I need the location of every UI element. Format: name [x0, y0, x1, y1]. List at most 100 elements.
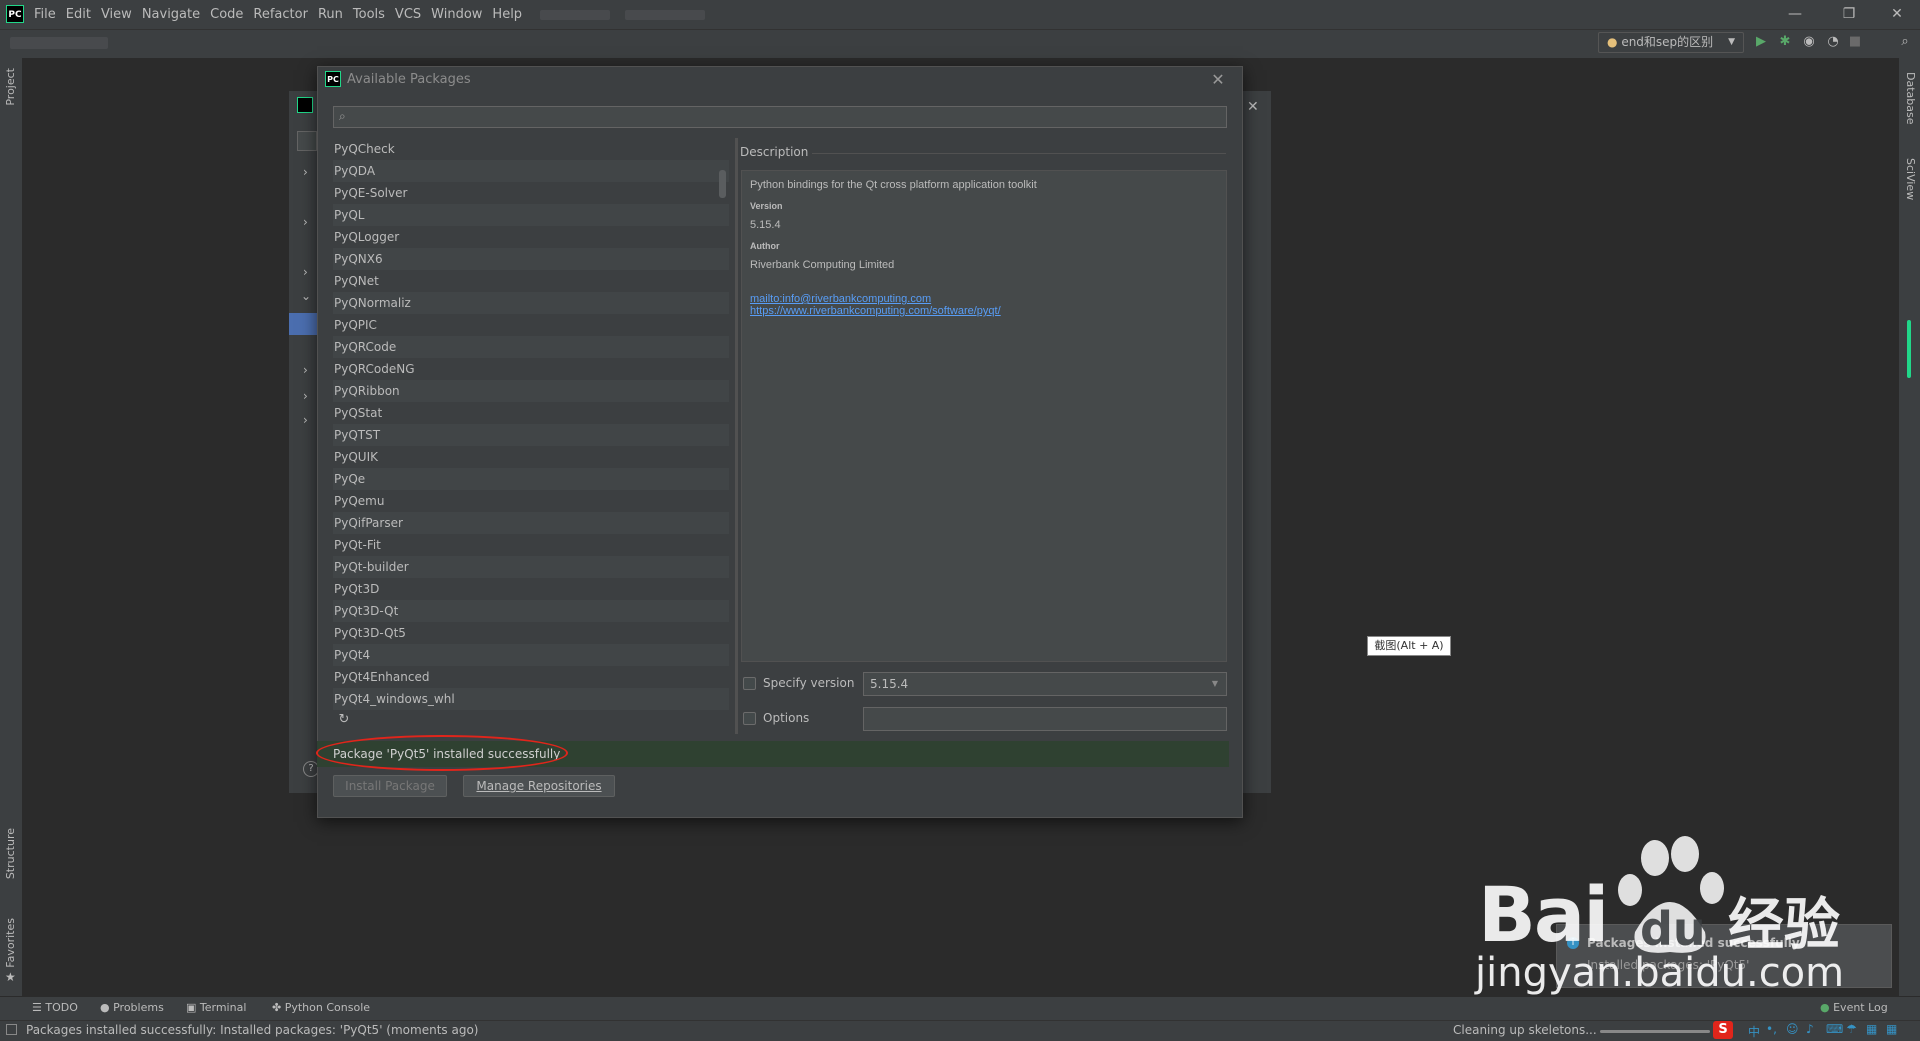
package-list-item[interactable]: PyQemu [333, 490, 729, 512]
package-list-item[interactable]: PyQLogger [333, 226, 729, 248]
package-list-item[interactable]: PyQRCodeNG [333, 358, 729, 380]
menu-navigate[interactable]: Navigate [142, 7, 200, 22]
specify-version-label: Specify version [763, 676, 855, 690]
menu-file[interactable]: File [34, 7, 56, 22]
menu-tools[interactable]: Tools [353, 7, 385, 22]
database-tool-tab[interactable]: Database [1904, 72, 1917, 125]
package-list-item[interactable]: PyQPIC [333, 314, 729, 336]
project-tool-tab[interactable]: Project [4, 68, 17, 106]
package-list-item[interactable]: PyQRCode [333, 336, 729, 358]
selected-settings-item[interactable] [289, 313, 319, 335]
debug-icon[interactable]: ✱ [1776, 33, 1794, 51]
package-list-item[interactable]: PyQt4Enhanced [333, 666, 729, 688]
package-list-item[interactable]: PyQUIK [333, 446, 729, 468]
homepage-link[interactable]: https://www.riverbankcomputing.com/softw… [750, 305, 1218, 317]
menu-view[interactable]: View [101, 7, 132, 22]
splitter[interactable] [735, 138, 738, 734]
python-console-tab[interactable]: ✤ Python Console [272, 1001, 370, 1014]
package-list-item[interactable]: PyQt-Fit [333, 534, 729, 556]
menu-edit[interactable]: Edit [66, 7, 91, 22]
stop-icon[interactable]: ■ [1846, 33, 1864, 51]
package-list-item[interactable]: PyQCheck [333, 138, 729, 160]
minimize-icon[interactable]: — [1780, 4, 1810, 24]
coverage-icon[interactable]: ◉ [1800, 33, 1818, 51]
specify-version-checkbox[interactable] [743, 677, 756, 690]
package-list-item[interactable]: PyQL [333, 204, 729, 226]
mailto-link[interactable]: mailto:info@riverbankcomputing.com [750, 293, 1218, 305]
restore-icon[interactable]: ❐ [1834, 4, 1864, 24]
package-list-item[interactable]: PyQt3D [333, 578, 729, 600]
profile-icon[interactable]: ◔ [1824, 33, 1842, 51]
chevron-right-icon[interactable]: › [303, 413, 308, 427]
menu-code[interactable]: Code [210, 7, 243, 22]
search-everywhere-icon[interactable]: ⌕ [1896, 33, 1914, 51]
package-search-input[interactable] [356, 108, 1220, 128]
options-checkbox[interactable] [743, 712, 756, 725]
package-list-item[interactable]: PyQifParser [333, 512, 729, 534]
apps-grid-icon[interactable]: ▦ [1886, 1022, 1897, 1036]
chevron-right-icon[interactable]: › [303, 165, 308, 179]
chevron-right-icon[interactable]: › [303, 265, 308, 279]
package-list-item[interactable]: PyQe [333, 468, 729, 490]
sciview-tool-tab[interactable]: SciView [1904, 158, 1917, 200]
terminal-tab[interactable]: ▣ Terminal [186, 1001, 246, 1014]
keyboard-icon[interactable]: ⌨ [1826, 1022, 1843, 1036]
menu-window[interactable]: Window [431, 7, 482, 22]
package-list-item[interactable]: PyQRibbon [333, 380, 729, 402]
package-search[interactable]: ⌕ [333, 106, 1227, 128]
version-select[interactable]: 5.15.4 ▼ [863, 672, 1227, 696]
menu-refactor[interactable]: Refactor [253, 7, 308, 22]
menu-help[interactable]: Help [492, 7, 522, 22]
emoji-icon[interactable]: ☺ [1786, 1022, 1799, 1036]
toolbox-icon[interactable]: ▦ [1866, 1022, 1877, 1036]
package-list-item[interactable]: PyQt-builder [333, 556, 729, 578]
run-configuration-select[interactable]: ● end和sep的区别 ▼ [1598, 32, 1744, 53]
options-input[interactable] [863, 707, 1227, 731]
package-list-item[interactable]: PyQt4_windows_whl [333, 688, 729, 710]
install-package-button[interactable]: Install Package [333, 775, 447, 797]
package-list-item[interactable]: PyQt4 [333, 644, 729, 666]
chevron-right-icon[interactable]: › [303, 215, 308, 229]
chevron-down-icon: ▼ [1728, 37, 1735, 47]
package-list-scrollbar[interactable] [719, 170, 726, 198]
event-log-tab[interactable]: ● Event Log [1820, 1001, 1888, 1014]
status-message[interactable]: Packages installed successfully: Install… [26, 1023, 478, 1037]
favorites-tool-tab[interactable]: Favorites [4, 918, 17, 968]
problems-icon: ● [100, 1001, 114, 1014]
sogou-ime-icon[interactable]: S [1713, 1021, 1733, 1039]
chevron-down-icon: ▼ [1211, 679, 1218, 688]
layout-icon[interactable] [6, 1024, 17, 1035]
package-list-item[interactable]: PyQNet [333, 270, 729, 292]
package-list-item[interactable]: PyQTST [333, 424, 729, 446]
skin-icon[interactable]: ☂ [1846, 1022, 1857, 1036]
package-list-item[interactable]: PyQNormaliz [333, 292, 729, 314]
settings-search-icon[interactable] [297, 131, 317, 151]
close-icon[interactable]: ✕ [1247, 99, 1259, 115]
structure-tool-tab[interactable]: Structure [4, 828, 17, 879]
manage-repositories-button[interactable]: Manage Repositories [463, 775, 615, 797]
package-list-item[interactable]: PyQDA [333, 160, 729, 182]
package-list-item[interactable]: PyQt3D-Qt5 [333, 622, 729, 644]
package-list[interactable]: PyQCheck PyQDA PyQE-Solver PyQL PyQLogger PyQ… [333, 138, 729, 734]
pycharm-logo-icon: PC [6, 5, 24, 23]
run-icon[interactable]: ▶ [1752, 33, 1770, 51]
chevron-down-icon[interactable]: ⌄ [301, 289, 311, 303]
description-panel: Python bindings for the Qt cross platfor… [741, 170, 1227, 662]
package-list-item[interactable]: PyQt3D-Qt [333, 600, 729, 622]
refresh-icon[interactable]: ↻ [336, 712, 352, 728]
close-icon[interactable]: ✕ [1208, 70, 1228, 90]
chevron-right-icon[interactable]: › [303, 389, 308, 403]
ime-mode[interactable]: 中 [1748, 1023, 1760, 1040]
problems-tab[interactable]: ● Problems [100, 1001, 164, 1014]
package-list-item[interactable]: PyQStat [333, 402, 729, 424]
chevron-right-icon[interactable]: › [303, 363, 308, 377]
close-window-icon[interactable]: ✕ [1882, 4, 1912, 24]
menu-vcs[interactable]: VCS [395, 7, 421, 22]
todo-tab[interactable]: ☰ TODO [32, 1001, 78, 1014]
menu-run[interactable]: Run [318, 7, 343, 22]
ime-punctuation-icon[interactable]: •, [1766, 1022, 1777, 1036]
package-list-item[interactable]: PyQE-Solver [333, 182, 729, 204]
microphone-icon[interactable]: ♪ [1806, 1022, 1814, 1036]
package-list-item[interactable]: PyQNX6 [333, 248, 729, 270]
pycharm-logo-icon [297, 97, 313, 113]
